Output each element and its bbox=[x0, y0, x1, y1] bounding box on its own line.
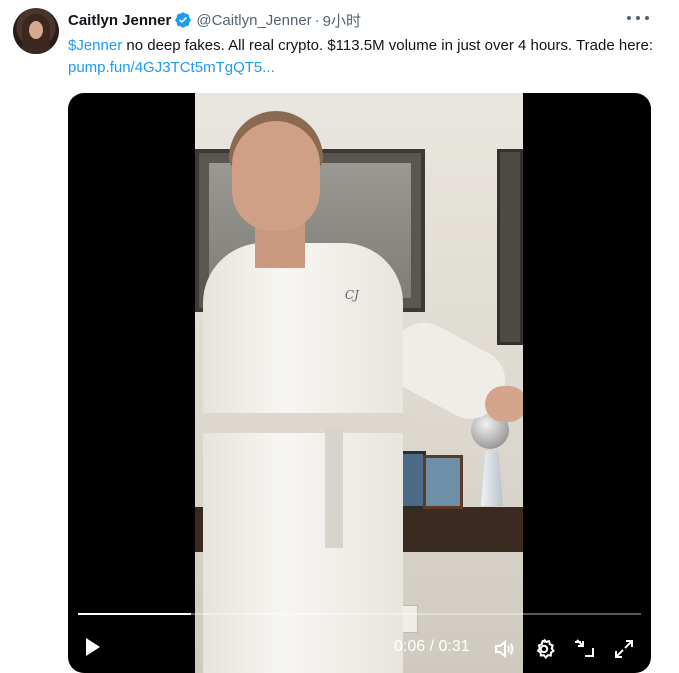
minimize-icon[interactable] bbox=[572, 637, 596, 661]
tweet-text: $Jenner no deep fakes. All real crypto. … bbox=[68, 35, 658, 79]
author-handle[interactable]: @Caitlyn_Jenner bbox=[196, 12, 311, 29]
robe-monogram: CJ bbox=[345, 288, 359, 302]
person-in-robe: CJ bbox=[195, 93, 523, 673]
more-dot bbox=[636, 16, 640, 20]
robe-belt bbox=[200, 413, 415, 433]
time-total: 0:31 bbox=[438, 638, 470, 655]
timecode: 0:06 / 0:31 bbox=[394, 638, 470, 656]
play-icon[interactable] bbox=[86, 638, 100, 656]
cashtag-link[interactable]: $Jenner bbox=[68, 37, 122, 54]
more-options-icon[interactable] bbox=[627, 8, 649, 28]
avatar-face bbox=[29, 21, 43, 39]
settings-gear-icon[interactable] bbox=[532, 637, 556, 661]
tweet-header: Caitlyn Jenner @Caitlyn_Jenner · 9小时 bbox=[68, 10, 361, 30]
video-controls: 0:06 / 0:31 bbox=[68, 611, 651, 673]
time-current: 0:06 bbox=[394, 638, 426, 655]
more-dot bbox=[645, 16, 649, 20]
face bbox=[232, 121, 320, 231]
trade-link[interactable]: pump.fun/4GJ3TCt5mTgQT5... bbox=[68, 59, 275, 76]
avatar[interactable] bbox=[13, 8, 59, 54]
tweet-time[interactable]: 9小时 bbox=[323, 10, 361, 31]
progress-bar[interactable] bbox=[78, 613, 641, 615]
verified-badge-icon bbox=[174, 11, 192, 29]
volume-icon[interactable] bbox=[492, 637, 516, 661]
separator-dot: · bbox=[314, 11, 320, 29]
fullscreen-icon[interactable] bbox=[612, 637, 636, 661]
video-frame: CJ bbox=[195, 93, 523, 673]
hand bbox=[485, 386, 523, 422]
video-player[interactable]: CJ 0:06 / 0:31 bbox=[68, 93, 651, 673]
author-name[interactable]: Caitlyn Jenner bbox=[68, 12, 171, 29]
tweet-body: no deep fakes. All real crypto. $113.5M … bbox=[122, 37, 654, 54]
more-dot bbox=[627, 16, 631, 20]
white-robe bbox=[203, 243, 403, 673]
time-separator: / bbox=[425, 638, 439, 655]
robe-belt-tie bbox=[325, 428, 343, 548]
progress-fill bbox=[78, 613, 191, 615]
